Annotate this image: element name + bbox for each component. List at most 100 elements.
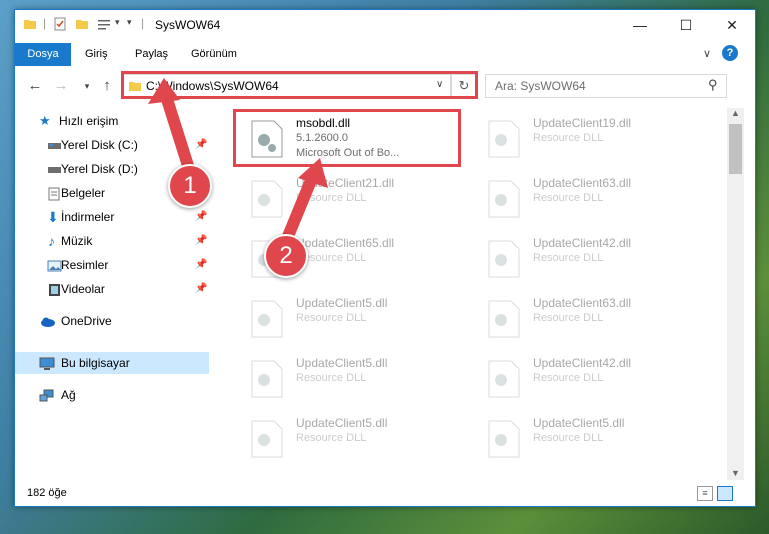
sidebar-item-quick-access[interactable]: ★ Hızlı erişim — [15, 110, 209, 132]
sidebar-item-label: İndirmeler — [61, 210, 115, 224]
pin-icon[interactable]: 📌 — [195, 254, 207, 276]
dll-file-icon — [488, 300, 520, 338]
file-item[interactable]: UpdateClient5.dll Resource DLL — [475, 412, 695, 462]
forward-button[interactable]: → — [51, 76, 71, 96]
file-description: Resource DLL — [533, 132, 604, 144]
sidebar-item-this-pc[interactable]: Bu bilgisayar — [15, 352, 209, 374]
sidebar-item-label: Hızlı erişim — [59, 114, 119, 128]
scroll-down-icon[interactable]: ▼ — [731, 468, 740, 478]
window-title: SysWOW64 — [155, 18, 221, 32]
pin-icon[interactable]: 📌 — [195, 230, 207, 252]
navigation-pane: ★ Hızlı erişim Yerel Disk (C:) 📌 Yerel D… — [15, 108, 211, 480]
folder-icon — [24, 20, 36, 29]
computer-icon — [39, 356, 55, 370]
ribbon-tabs: Dosya Giriş Paylaş Görünüm ∨ ? — [15, 43, 755, 66]
file-name: UpdateClient42.dll — [533, 236, 632, 250]
sidebar-item-disk-c[interactable]: Yerel Disk (C:) 📌 — [15, 134, 209, 156]
step-badge-1: 1 — [168, 164, 212, 208]
properties-icon[interactable] — [53, 17, 67, 31]
file-name: UpdateClient65.dll — [296, 236, 395, 250]
network-icon — [39, 388, 54, 402]
dll-file-icon — [488, 180, 520, 218]
pin-icon[interactable]: 📌 — [195, 206, 207, 228]
file-item[interactable]: UpdateClient5.dll Resource DLL — [238, 292, 458, 342]
file-name: UpdateClient42.dll — [533, 356, 632, 370]
tab-view[interactable]: Görünüm — [181, 43, 247, 66]
minimize-button[interactable]: — — [617, 10, 663, 40]
dll-file-icon — [251, 420, 283, 458]
tab-home[interactable]: Giriş — [75, 43, 118, 66]
disk-icon — [47, 138, 62, 152]
sidebar-item-pictures[interactable]: Resimler 📌 — [15, 254, 209, 276]
sidebar-item-label: Videolar — [61, 282, 105, 296]
file-description: Resource DLL — [296, 372, 367, 384]
file-description: Resource DLL — [533, 372, 604, 384]
address-highlight — [121, 71, 478, 99]
file-item[interactable]: UpdateClient21.dll Resource DLL — [238, 172, 458, 222]
dll-file-icon — [488, 240, 520, 278]
file-name: UpdateClient5.dll — [296, 416, 388, 430]
file-item[interactable]: UpdateClient42.dll Resource DLL — [475, 232, 695, 282]
expand-ribbon-icon[interactable]: ∨ — [703, 47, 711, 60]
sidebar-item-music[interactable]: ♪ Müzik 📌 — [15, 230, 209, 252]
pin-icon[interactable]: 📌 — [195, 134, 207, 156]
dll-file-icon — [251, 360, 283, 398]
new-folder-icon[interactable] — [75, 17, 89, 31]
close-button[interactable]: ✕ — [709, 10, 755, 40]
sidebar-item-label: Bu bilgisayar — [61, 356, 130, 370]
file-highlight — [233, 109, 461, 167]
help-icon[interactable]: ? — [722, 45, 738, 61]
file-item[interactable]: UpdateClient63.dll Resource DLL — [475, 292, 695, 342]
file-description: Resource DLL — [533, 432, 604, 444]
sidebar-item-network[interactable]: Ağ — [15, 384, 209, 406]
tab-file[interactable]: Dosya — [15, 43, 71, 66]
file-name: UpdateClient19.dll — [533, 116, 632, 130]
separator: | — [43, 16, 47, 30]
search-input[interactable]: Ara: SysWOW64 ⚲ — [485, 74, 727, 98]
title-bar: | ▾ ▾ | SysWOW64 — ☐ ✕ — [15, 10, 755, 40]
file-name: UpdateClient21.dll — [296, 176, 395, 190]
maximize-button[interactable]: ☐ — [663, 10, 709, 40]
file-item[interactable]: UpdateClient42.dll Resource DLL — [475, 352, 695, 402]
file-item[interactable]: UpdateClient63.dll Resource DLL — [475, 172, 695, 222]
sidebar-item-label: Resimler — [61, 258, 109, 272]
file-description: Resource DLL — [296, 192, 367, 204]
large-icons-view-icon[interactable] — [717, 486, 733, 501]
sidebar-item-label: Yerel Disk (D:) — [61, 162, 138, 176]
file-item[interactable]: UpdateClient5.dll Resource DLL — [238, 412, 458, 462]
file-name: UpdateClient5.dll — [296, 296, 388, 310]
pictures-icon — [47, 258, 62, 272]
documents-icon — [47, 186, 62, 201]
sidebar-item-videos[interactable]: Videolar 📌 — [15, 278, 209, 300]
vertical-scrollbar[interactable]: ▲ ▼ — [727, 108, 744, 480]
details-view-icon[interactable]: ≡ — [697, 486, 713, 501]
file-name: UpdateClient5.dll — [296, 356, 388, 370]
step-badge-2: 2 — [264, 234, 308, 278]
pin-icon[interactable]: 📌 — [195, 278, 207, 300]
file-item[interactable]: UpdateClient19.dll Resource DLL — [475, 112, 695, 162]
disk-icon — [47, 162, 62, 176]
sidebar-item-onedrive[interactable]: OneDrive — [15, 310, 209, 332]
sidebar-item-label: Ağ — [61, 388, 76, 402]
star-icon: ★ — [39, 113, 51, 128]
qa-dropdown-icon[interactable]: ▾ — [115, 17, 120, 28]
file-description: Resource DLL — [533, 192, 604, 204]
sidebar-item-label: OneDrive — [61, 314, 112, 328]
scroll-up-icon[interactable]: ▲ — [731, 108, 740, 118]
separator: | — [141, 16, 145, 30]
search-placeholder: Ara: SysWOW64 — [495, 79, 586, 93]
item-count: 182 öğe — [27, 487, 67, 499]
customize-toolbar-icon[interactable] — [97, 17, 111, 31]
recent-locations-icon[interactable]: ▾ — [77, 76, 97, 96]
file-description: Resource DLL — [533, 312, 604, 324]
chevron-down-icon[interactable]: ▾ — [127, 17, 132, 28]
file-item[interactable]: UpdateClient5.dll Resource DLL — [238, 352, 458, 402]
tab-share[interactable]: Paylaş — [125, 43, 178, 66]
sidebar-item-downloads[interactable]: ⬇ İndirmeler 📌 — [15, 206, 209, 228]
scrollbar-thumb[interactable] — [729, 124, 742, 174]
sidebar-item-label: Belgeler — [61, 186, 106, 200]
file-description: Resource DLL — [533, 252, 604, 264]
back-button[interactable]: ← — [25, 76, 45, 96]
up-button[interactable]: ↑ — [97, 76, 117, 96]
dll-file-icon — [488, 120, 520, 158]
